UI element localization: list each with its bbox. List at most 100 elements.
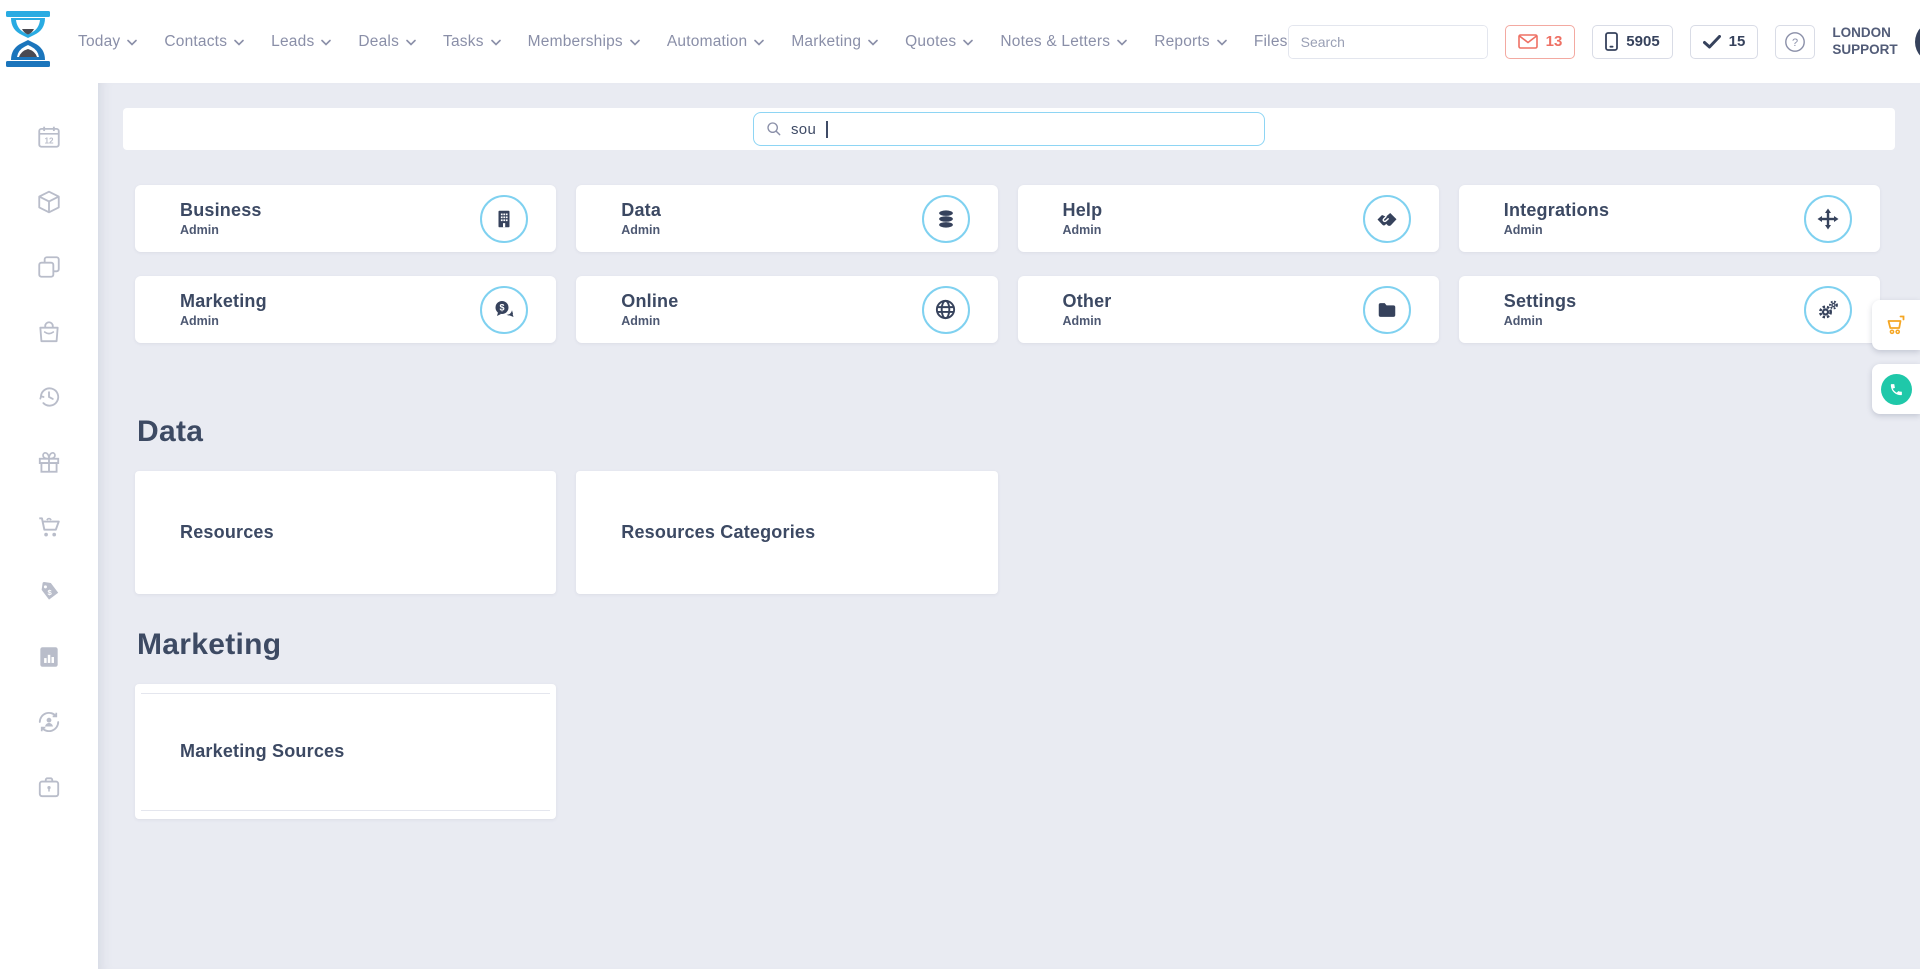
chevron-down-icon bbox=[321, 39, 331, 46]
calendar-icon[interactable]: 12 bbox=[36, 123, 62, 151]
package-icon[interactable] bbox=[36, 188, 62, 216]
gift-icon[interactable] bbox=[36, 448, 62, 476]
history-icon[interactable] bbox=[36, 383, 62, 411]
section-marketing: Marketing Marketing Sources bbox=[98, 628, 1920, 819]
header-search-input[interactable] bbox=[1289, 26, 1488, 58]
top-header: Today Contacts Leads Deals Tasks Members… bbox=[0, 0, 1920, 83]
chevron-down-icon bbox=[630, 39, 640, 46]
chevron-down-icon bbox=[234, 39, 244, 46]
nav-item-tasks[interactable]: Tasks bbox=[443, 33, 501, 51]
nav-label: Notes & Letters bbox=[1000, 33, 1110, 51]
nav-item-reports[interactable]: Reports bbox=[1154, 33, 1227, 51]
card-title: Data bbox=[621, 200, 661, 221]
help-button[interactable]: ? bbox=[1775, 25, 1815, 59]
mobile-phone-icon bbox=[1605, 32, 1618, 51]
nav-item-marketing[interactable]: Marketing bbox=[791, 33, 878, 51]
nav-label: Memberships bbox=[528, 33, 623, 51]
nav-item-contacts[interactable]: Contacts bbox=[164, 33, 244, 51]
card-title: Online bbox=[621, 291, 678, 312]
card-label: Resources Categories bbox=[621, 522, 815, 543]
marketing-cards-grid: Marketing Sources bbox=[98, 684, 1920, 819]
svg-text:?: ? bbox=[1792, 37, 1798, 49]
nav-item-today[interactable]: Today bbox=[78, 33, 137, 51]
main-nav: Today Contacts Leads Deals Tasks Members… bbox=[78, 33, 1288, 51]
chart-report-icon[interactable] bbox=[36, 643, 62, 671]
nav-label: Reports bbox=[1154, 33, 1210, 51]
nav-item-automation[interactable]: Automation bbox=[667, 33, 764, 51]
phone-call-icon bbox=[1881, 374, 1912, 405]
nav-label: Deals bbox=[358, 33, 399, 51]
copy-icon[interactable] bbox=[36, 253, 62, 281]
admin-search-input[interactable]: sou bbox=[753, 112, 1265, 146]
card-title: Business bbox=[180, 200, 262, 221]
card-subtitle: Admin bbox=[1063, 314, 1112, 328]
nav-item-memberships[interactable]: Memberships bbox=[528, 33, 640, 51]
chevron-down-icon bbox=[754, 39, 764, 46]
check-icon bbox=[1703, 35, 1721, 49]
card-marketing-admin[interactable]: MarketingAdmin $ bbox=[135, 276, 556, 343]
nav-label: Quotes bbox=[905, 33, 956, 51]
nav-label: Tasks bbox=[443, 33, 484, 51]
svg-text:12: 12 bbox=[44, 137, 54, 146]
svg-text:$: $ bbox=[500, 302, 505, 312]
left-sidebar: 12 $ bbox=[0, 83, 98, 969]
card-subtitle: Admin bbox=[621, 223, 661, 237]
price-tag-icon[interactable]: $ bbox=[36, 578, 62, 606]
nav-label: Marketing bbox=[791, 33, 861, 51]
card-label: Marketing Sources bbox=[180, 741, 344, 762]
card-data-admin[interactable]: Data Admin bbox=[576, 185, 997, 252]
nav-item-notes-letters[interactable]: Notes & Letters bbox=[1000, 33, 1127, 51]
card-marketing-sources[interactable]: Marketing Sources bbox=[135, 684, 556, 819]
search-icon bbox=[766, 121, 782, 137]
card-title: Integrations bbox=[1504, 200, 1609, 221]
card-other-admin[interactable]: Other Admin bbox=[1018, 276, 1439, 343]
nav-label: Files bbox=[1254, 33, 1288, 51]
card-business-admin[interactable]: BusinessAdmin bbox=[135, 185, 556, 252]
card-subtitle: Admin bbox=[621, 314, 678, 328]
nav-label: Automation bbox=[667, 33, 747, 51]
card-help-admin[interactable]: HelpAdmin bbox=[1018, 185, 1439, 252]
card-settings-admin[interactable]: SettingsAdmin bbox=[1459, 276, 1880, 343]
phone-badge[interactable]: 5905 bbox=[1592, 25, 1672, 59]
tasks-badge[interactable]: 15 bbox=[1690, 25, 1759, 59]
tasks-count: 15 bbox=[1729, 33, 1746, 50]
cart-icon[interactable] bbox=[36, 513, 62, 541]
nav-item-files[interactable]: Files bbox=[1254, 33, 1288, 51]
card-resources-categories[interactable]: Resources Categories bbox=[576, 471, 997, 594]
card-title: Other bbox=[1063, 291, 1112, 312]
account-sync-icon[interactable] bbox=[36, 708, 62, 736]
card-subtitle: Admin bbox=[1063, 223, 1103, 237]
admin-cards-grid: BusinessAdmin DataAdmin HelpAdmin Integr… bbox=[98, 185, 1920, 343]
call-tab[interactable] bbox=[1872, 364, 1920, 414]
move-arrows-icon bbox=[1804, 195, 1852, 243]
card-online-admin[interactable]: Online Admin bbox=[576, 276, 997, 343]
header-search bbox=[1288, 25, 1488, 59]
card-subtitle: Admin bbox=[1504, 314, 1577, 328]
nav-item-deals[interactable]: Deals bbox=[358, 33, 416, 51]
hourglass-logo-icon bbox=[0, 10, 56, 73]
messages-badge[interactable]: 13 bbox=[1505, 25, 1576, 59]
card-resources[interactable]: Resources bbox=[135, 471, 556, 594]
globe-icon bbox=[922, 286, 970, 334]
app-logo[interactable] bbox=[0, 10, 56, 73]
nav-label: Leads bbox=[271, 33, 314, 51]
envelope-icon bbox=[1518, 34, 1538, 49]
shopping-cart-icon bbox=[1884, 313, 1908, 337]
section-data: Data Resources Resources Categories bbox=[98, 415, 1920, 594]
nav-item-leads[interactable]: Leads bbox=[271, 33, 331, 51]
shopping-bag-icon[interactable] bbox=[36, 318, 62, 346]
folder-icon bbox=[1363, 286, 1411, 334]
nav-item-quotes[interactable]: Quotes bbox=[905, 33, 973, 51]
chevron-down-icon bbox=[406, 39, 416, 46]
handshake-icon bbox=[1363, 195, 1411, 243]
messages-count: 13 bbox=[1546, 33, 1563, 50]
data-cards-grid: Resources Resources Categories bbox=[98, 471, 1920, 594]
avatar[interactable] bbox=[1915, 21, 1920, 63]
admin-search-strip: sou bbox=[123, 108, 1895, 150]
card-subtitle: Admin bbox=[180, 314, 267, 328]
header-right-group: 13 5905 15 ? LONDON SUPPORT bbox=[1288, 21, 1920, 63]
lock-case-icon[interactable] bbox=[36, 773, 62, 801]
pos-cart-tab[interactable] bbox=[1872, 300, 1920, 350]
database-icon bbox=[922, 195, 970, 243]
card-integrations-admin[interactable]: IntegrationsAdmin bbox=[1459, 185, 1880, 252]
